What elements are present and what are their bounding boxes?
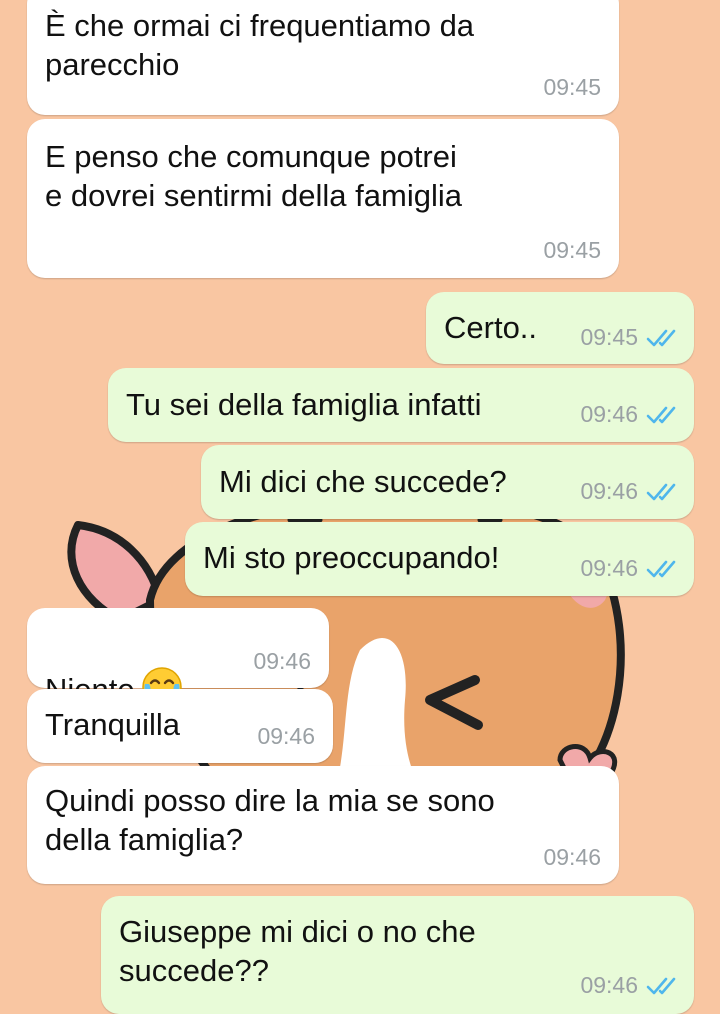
message-time: 09:46 [257, 723, 315, 749]
message-time: 09:45 [580, 324, 638, 350]
outgoing-message[interactable]: Certo.. 09:45 [426, 292, 694, 364]
message-meta: 09:45 [543, 74, 601, 101]
incoming-message[interactable]: Tranquilla 09:46 [27, 689, 333, 763]
message-meta: 09:45 [580, 324, 680, 351]
outgoing-message[interactable]: Tu sei della famiglia infatti 09:46 [108, 368, 694, 442]
message-time: 09:46 [580, 555, 638, 581]
double-check-icon [646, 483, 676, 500]
message-text: Quindi posso dire la mia se sono della f… [45, 783, 495, 857]
message-time: 09:46 [580, 478, 638, 504]
message-meta: 09:45 [543, 237, 601, 264]
message-time: 09:46 [580, 401, 638, 427]
message-meta: 09:46 [580, 478, 680, 505]
outgoing-message[interactable]: Giuseppe mi dici o no che succede?? 09:4… [101, 896, 694, 1014]
message-time: 09:46 [253, 648, 311, 674]
message-meta: 09:46 [580, 972, 680, 999]
message-meta: 09:46 [253, 648, 311, 675]
double-check-icon [646, 329, 676, 346]
message-meta: 09:46 [580, 555, 680, 582]
message-meta: 09:46 [257, 723, 315, 750]
message-text: Tranquilla [45, 707, 180, 742]
message-meta: 09:46 [580, 401, 680, 428]
incoming-message[interactable]: È che ormai ci frequentiamo da parecchio… [27, 0, 619, 115]
double-check-icon [646, 977, 676, 994]
message-text: Mi sto preoccupando! [203, 540, 500, 575]
incoming-message[interactable]: E penso che comunque potrei e dovrei sen… [27, 119, 619, 278]
message-text: E penso che comunque potrei e dovrei sen… [45, 139, 462, 213]
message-text: Tu sei della famiglia infatti [126, 387, 482, 422]
message-meta: 09:46 [543, 844, 601, 871]
message-time: 09:45 [543, 74, 601, 100]
incoming-message[interactable]: Quindi posso dire la mia se sono della f… [27, 766, 619, 884]
double-check-icon [646, 406, 676, 423]
double-check-icon [646, 560, 676, 577]
outgoing-message[interactable]: Mi sto preoccupando! 09:46 [185, 522, 694, 596]
message-text: Certo.. [444, 310, 538, 345]
outgoing-message[interactable]: Mi dici che succede? 09:46 [201, 445, 694, 519]
message-time: 09:46 [580, 972, 638, 998]
message-time: 09:46 [543, 844, 601, 870]
incoming-message[interactable]: Niente 09:46 [27, 608, 329, 707]
message-time: 09:45 [543, 237, 601, 263]
message-text: Giuseppe mi dici o no che succede?? [119, 914, 476, 988]
message-text: Mi dici che succede? [219, 464, 507, 499]
message-text: È che ormai ci frequentiamo da parecchio [45, 8, 475, 82]
